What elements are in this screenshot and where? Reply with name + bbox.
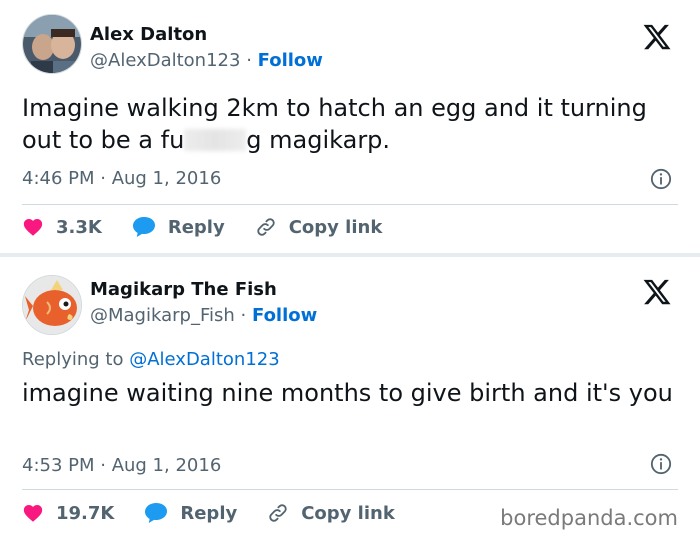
- reply-label: Reply: [167, 216, 225, 238]
- divider: [22, 489, 678, 490]
- action-bar: 3.3K Reply Copy link: [22, 216, 412, 238]
- follow-button[interactable]: Follow: [252, 305, 317, 326]
- avatar[interactable]: [22, 275, 82, 335]
- copy-link-button[interactable]: Copy link: [267, 502, 395, 524]
- heart-icon: [23, 219, 43, 236]
- heart-icon: [23, 505, 43, 522]
- reply-bubble-icon: [132, 217, 155, 237]
- author-name[interactable]: Alex Dalton: [90, 24, 207, 45]
- tweet-card-2: Magikarp The Fish @Magikarp_Fish · Follo…: [0, 257, 700, 543]
- reply-button[interactable]: Reply: [132, 216, 225, 238]
- avatar-photo: [23, 276, 81, 334]
- timestamp[interactable]: 4:53 PM · Aug 1, 2016: [22, 455, 221, 476]
- like-count: 3.3K: [56, 216, 102, 238]
- like-button[interactable]: 19.7K: [22, 502, 114, 524]
- author-handle-line: @Magikarp_Fish · Follow: [90, 305, 317, 326]
- author-handle[interactable]: @AlexDalton123: [90, 50, 240, 71]
- avatar-photo: [23, 15, 81, 73]
- replying-to-line: Replying to @AlexDalton123: [22, 349, 280, 370]
- like-button[interactable]: 3.3K: [22, 216, 102, 238]
- separator-dot: ·: [246, 50, 252, 71]
- like-count: 19.7K: [56, 502, 115, 524]
- copy-link-button[interactable]: Copy link: [255, 216, 383, 238]
- tweet-text: imagine waiting nine months to give birt…: [22, 379, 673, 407]
- link-icon: [269, 504, 287, 522]
- timestamp[interactable]: 4:46 PM · Aug 1, 2016: [22, 168, 221, 189]
- replying-to-label: Replying to: [22, 349, 124, 370]
- censored-word-blur: [184, 129, 247, 151]
- tweet-text: Imagine walking 2km to hatch an egg and …: [22, 94, 647, 154]
- author-name[interactable]: Magikarp The Fish: [90, 279, 277, 300]
- link-icon: [257, 218, 275, 236]
- tweet-card-1: Alex Dalton @AlexDalton123 · Follow Imag…: [0, 0, 700, 253]
- author-handle[interactable]: @Magikarp_Fish: [90, 305, 235, 326]
- x-logo[interactable]: [642, 277, 672, 307]
- watermark: boredpanda.com: [500, 506, 678, 530]
- copy-link-label: Copy link: [288, 216, 383, 238]
- info-icon[interactable]: [650, 168, 672, 190]
- author-handle-line: @AlexDalton123 · Follow: [90, 50, 323, 71]
- x-logo[interactable]: [642, 22, 672, 52]
- info-icon[interactable]: [650, 453, 672, 475]
- copy-link-label: Copy link: [301, 502, 395, 524]
- reply-button[interactable]: Reply: [144, 502, 237, 524]
- replying-to-handle[interactable]: @AlexDalton123: [129, 349, 279, 370]
- avatar[interactable]: [22, 14, 82, 74]
- reply-label: Reply: [180, 502, 238, 524]
- action-bar: 19.7K Reply Copy link: [22, 502, 425, 524]
- reply-bubble-icon: [145, 503, 168, 523]
- follow-button[interactable]: Follow: [258, 50, 323, 71]
- separator-dot: ·: [240, 305, 247, 326]
- divider: [22, 204, 678, 205]
